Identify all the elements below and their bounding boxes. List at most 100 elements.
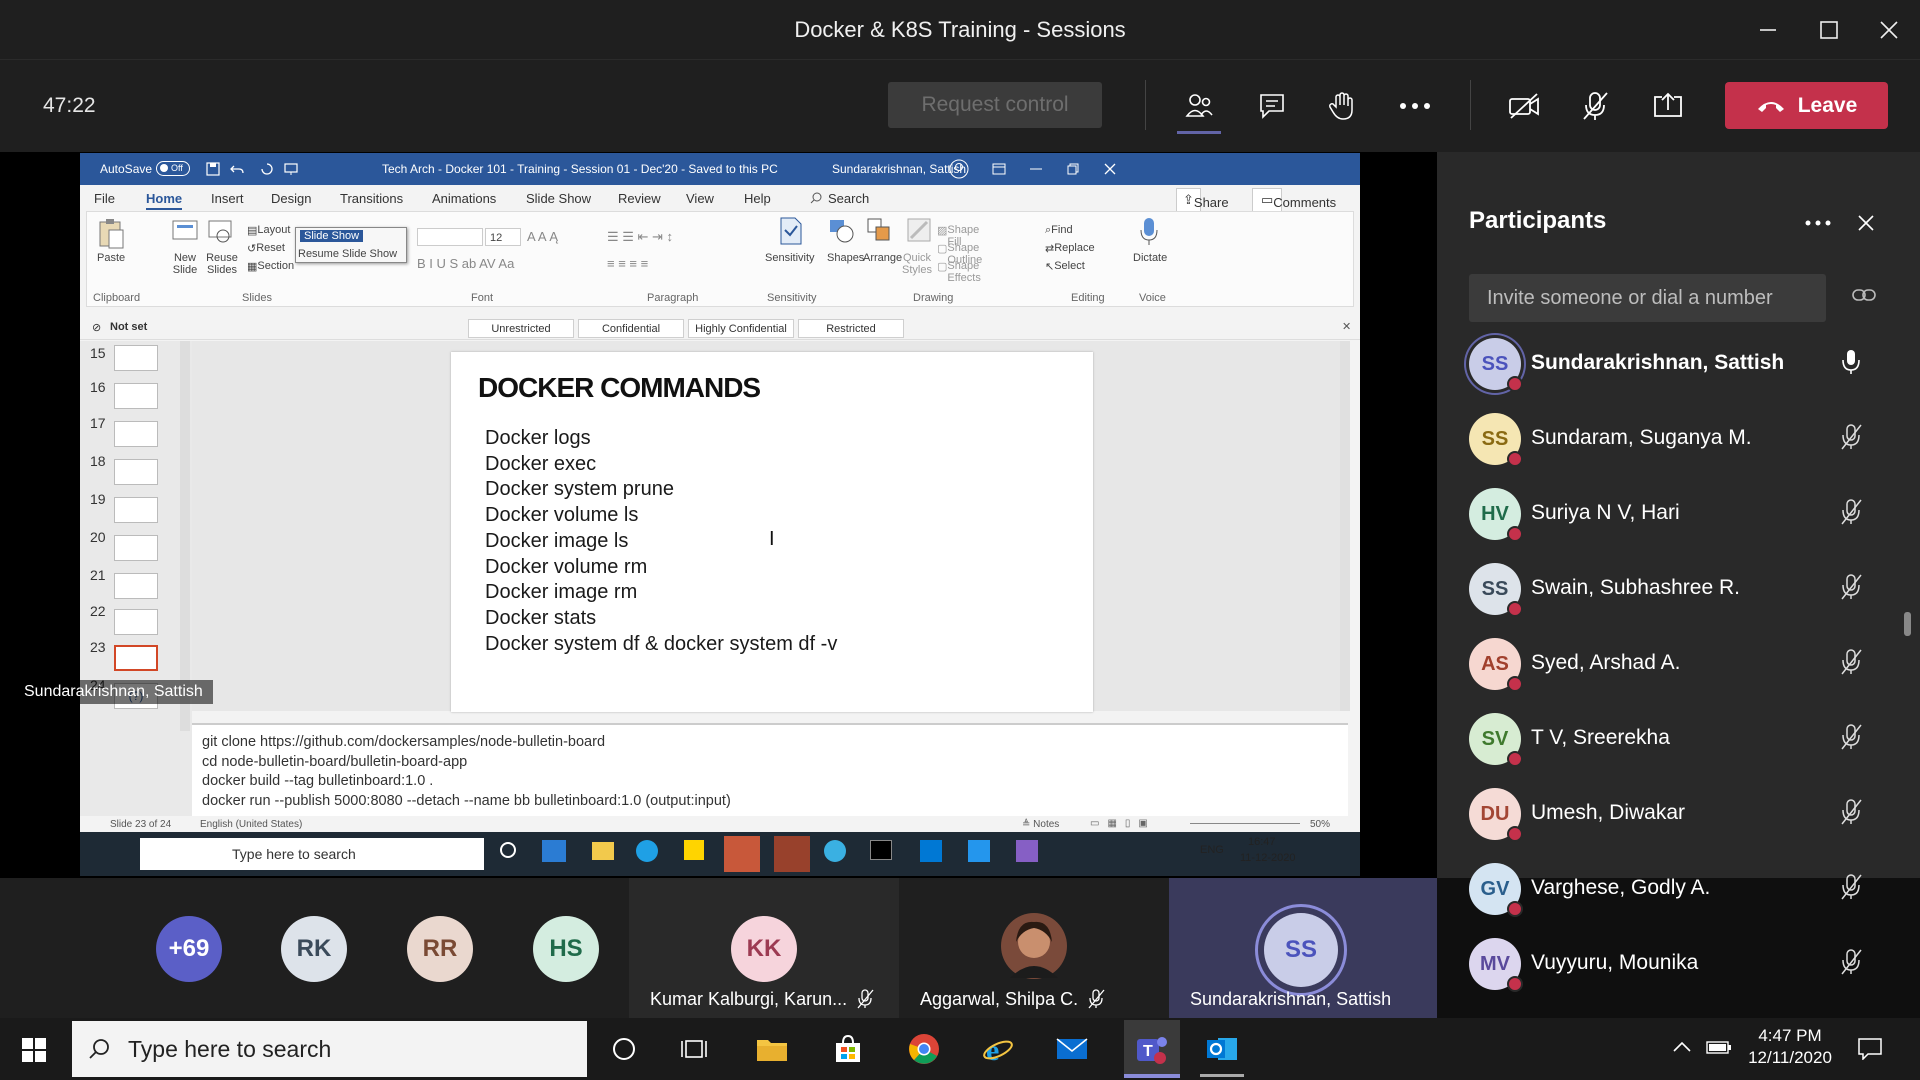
- powerpoint-app-icon[interactable]: [774, 836, 810, 872]
- sensitivity-option-restricted[interactable]: Restricted: [798, 319, 904, 338]
- shape-outline-button[interactable]: ▢ Shape Outline: [937, 242, 982, 266]
- microphone-off-icon[interactable]: [1839, 498, 1863, 526]
- editor-scrollbar[interactable]: [1340, 341, 1350, 711]
- speaker-notes[interactable]: git clone https://github.com/dockersampl…: [192, 723, 1348, 827]
- resume-slide-show-item[interactable]: Resume Slide Show: [298, 248, 397, 260]
- thumb-scrollbar[interactable]: [180, 341, 190, 731]
- tab-home[interactable]: Home: [146, 191, 183, 210]
- font-name-box[interactable]: [417, 228, 483, 246]
- mail-button[interactable]: [1050, 1029, 1094, 1069]
- sensitivity-option-unrestricted[interactable]: Unrestricted: [468, 319, 574, 338]
- find-button[interactable]: ⌕ Find: [1045, 224, 1073, 237]
- visual-studio-icon[interactable]: [1016, 840, 1038, 862]
- microphone-off-icon[interactable]: [1839, 798, 1863, 826]
- reset-button[interactable]: ↺ Reset: [247, 242, 285, 255]
- proofing-language[interactable]: English (United States): [200, 819, 302, 830]
- participant-row[interactable]: AS Syed, Arshad A.: [1469, 638, 1889, 698]
- panel-scrollbar[interactable]: [1904, 612, 1911, 636]
- slide-thumbnail[interactable]: [114, 609, 158, 635]
- show-chat-button[interactable]: [1250, 84, 1294, 128]
- taskbar-search-box[interactable]: Type here to search: [72, 1021, 587, 1077]
- sensitivity-button[interactable]: Sensitivity: [765, 252, 815, 264]
- align-buttons[interactable]: ≡ ≡ ≡ ≡: [607, 256, 648, 271]
- shape-effects-button[interactable]: ▢ Shape Effects: [937, 260, 981, 284]
- tab-review[interactable]: Review: [618, 191, 661, 206]
- participant-row[interactable]: SS Sundarakrishnan, Sattish: [1469, 338, 1889, 398]
- tab-file[interactable]: File: [94, 191, 115, 206]
- comments-button[interactable]: ▭ Comments: [1252, 188, 1336, 212]
- participant-row[interactable]: MV Vuyyuru, Mounika: [1469, 938, 1889, 998]
- outlook-app-icon[interactable]: [542, 840, 566, 862]
- internet-explorer-button[interactable]: e: [976, 1029, 1020, 1069]
- reuse-slides-button[interactable]: Reuse Slides: [205, 252, 239, 276]
- close-panel-icon[interactable]: [1858, 215, 1874, 231]
- share-content-button[interactable]: [1646, 84, 1690, 128]
- tab-slide-show[interactable]: Slide Show: [526, 191, 591, 206]
- shape-fill-button[interactable]: ▨ Shape Fill: [937, 224, 979, 248]
- paste-label[interactable]: Paste: [97, 252, 125, 264]
- view-buttons[interactable]: ▭▦▯▣: [1090, 818, 1156, 829]
- slide-thumbnail[interactable]: [114, 573, 158, 599]
- shapes-button[interactable]: Shapes: [827, 252, 864, 264]
- close-sensitivity-bar-icon[interactable]: ✕: [1342, 320, 1351, 333]
- store-button[interactable]: [826, 1029, 870, 1069]
- microphone-off-icon[interactable]: [1839, 423, 1863, 451]
- leave-button[interactable]: Leave: [1725, 82, 1888, 129]
- slide-thumbnail[interactable]: [114, 421, 158, 447]
- camera-off-button[interactable]: [1502, 84, 1546, 128]
- tab-help[interactable]: Help: [744, 191, 771, 206]
- teams-app-icon[interactable]: [724, 836, 760, 872]
- microphone-off-icon[interactable]: [1839, 873, 1863, 901]
- raise-hand-button[interactable]: [1320, 84, 1364, 128]
- docker-icon[interactable]: [968, 840, 990, 862]
- sensitivity-option-highly-confidential[interactable]: Highly Confidential: [688, 319, 794, 338]
- show-participants-button[interactable]: [1177, 84, 1221, 128]
- maximize-button[interactable]: [1799, 0, 1859, 60]
- vscode-icon[interactable]: [920, 840, 942, 862]
- cortana-button[interactable]: [602, 1029, 646, 1069]
- minimize-button[interactable]: [1738, 0, 1798, 60]
- microphone-off-icon[interactable]: [1839, 573, 1863, 601]
- gallery-avatar[interactable]: RR: [407, 916, 473, 982]
- font-grow-buttons[interactable]: A A Ą: [527, 229, 558, 244]
- microphone-off-icon[interactable]: [1839, 948, 1863, 976]
- shared-taskbar-search[interactable]: Type here to search: [140, 838, 484, 870]
- notes-toggle[interactable]: ≜ Notes: [1022, 819, 1059, 830]
- share-button[interactable]: ⇪ Share: [1176, 188, 1229, 212]
- tab-search[interactable]: Search: [828, 191, 869, 206]
- file-explorer-icon[interactable]: [592, 842, 614, 860]
- participant-row[interactable]: GV Varghese, Godly A.: [1469, 863, 1889, 923]
- panel-more-icon[interactable]: [1805, 220, 1831, 226]
- cortana-icon[interactable]: [500, 842, 516, 858]
- edge-icon[interactable]: [636, 840, 658, 862]
- current-slide[interactable]: DOCKER COMMANDS Docker logs Docker exec …: [451, 352, 1093, 712]
- sensitivity-option-confidential[interactable]: Confidential: [578, 319, 684, 338]
- font-style-buttons[interactable]: B I U S ab AV Aa: [417, 256, 514, 271]
- chevron-up-icon[interactable]: [1673, 1041, 1691, 1053]
- windows-start-icon[interactable]: [22, 1038, 46, 1062]
- gallery-avatar[interactable]: RK: [281, 916, 347, 982]
- slide-thumbnail[interactable]: [114, 383, 158, 409]
- replace-button[interactable]: ⇄ Replace: [1045, 242, 1095, 255]
- participant-row[interactable]: SS Swain, Subhashree R.: [1469, 563, 1889, 623]
- more-actions-button[interactable]: [1393, 84, 1437, 128]
- list-buttons[interactable]: ☰ ☰ ⇤ ⇥ ↕: [607, 229, 673, 245]
- close-window-button[interactable]: [1859, 0, 1919, 60]
- more-participants-button[interactable]: +69: [156, 916, 222, 982]
- gallery-avatar[interactable]: HS: [533, 916, 599, 982]
- request-control-button[interactable]: Request control: [888, 82, 1102, 128]
- tab-design[interactable]: Design: [271, 191, 311, 206]
- slide-thumbnail[interactable]: [114, 345, 158, 371]
- arrange-button[interactable]: Arrange: [863, 252, 902, 264]
- zoom-level[interactable]: 50%: [1310, 819, 1330, 830]
- tab-transitions[interactable]: Transitions: [340, 191, 403, 206]
- tab-animations[interactable]: Animations: [432, 191, 496, 206]
- tab-view[interactable]: View: [686, 191, 714, 206]
- layout-button[interactable]: ▤ Layout: [247, 224, 290, 237]
- zoom-slider[interactable]: [1190, 823, 1300, 824]
- participant-row[interactable]: SS Sundaram, Suganya M.: [1469, 413, 1889, 473]
- slide-thumbnail[interactable]: [114, 497, 158, 523]
- task-view-button[interactable]: [672, 1029, 716, 1069]
- dictate-button[interactable]: Dictate: [1133, 252, 1167, 264]
- participant-row[interactable]: SV T V, Sreerekha: [1469, 713, 1889, 773]
